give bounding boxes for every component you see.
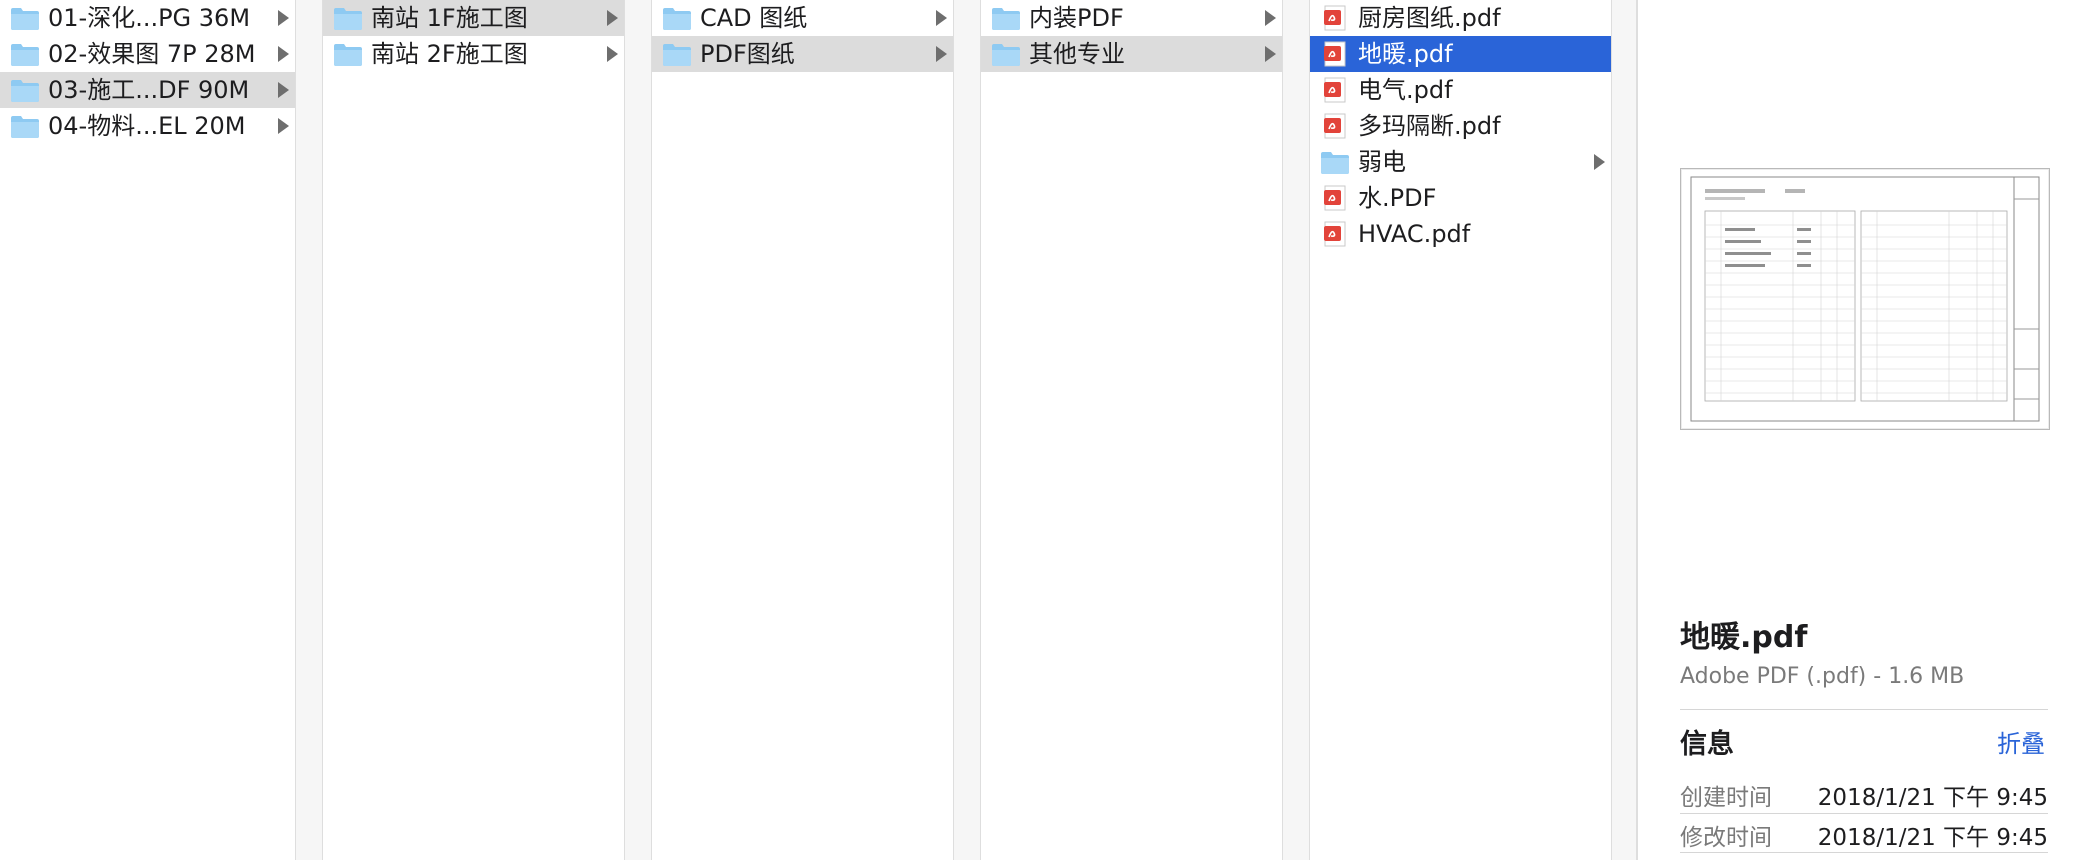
file-item[interactable]: 电气.pdf <box>1310 72 1611 108</box>
column-divider[interactable] <box>953 0 981 860</box>
disclosure-arrow-icon <box>1265 10 1276 26</box>
folder-icon <box>10 41 40 67</box>
pdf-thumbnail[interactable] <box>1680 168 2050 430</box>
folder-item[interactable]: 南站 2F施工图 <box>323 36 624 72</box>
item-label: HVAC.pdf <box>1358 220 1471 248</box>
folder-icon <box>10 113 40 139</box>
fold-button[interactable]: 折叠 <box>1997 724 2045 759</box>
column-divider[interactable] <box>1611 0 1637 860</box>
item-label: 01-深化...PG 36M <box>48 4 251 32</box>
column-2-list: 南站 1F施工图 南站 2F施工图 <box>323 0 624 72</box>
column-1[interactable]: 01-深化...PG 36M 02-效果图 7P 28M 03-施工...DF 90… <box>0 0 295 860</box>
disclosure-arrow-icon <box>607 10 618 26</box>
disclosure-arrow-icon <box>278 82 289 98</box>
folder-item[interactable]: 南站 1F施工图 <box>323 0 624 36</box>
folder-item[interactable]: 内装PDF <box>981 0 1282 36</box>
item-label: 地暖.pdf <box>1358 40 1453 68</box>
column-4-list: 内装PDF 其他专业 <box>981 0 1282 72</box>
preview-file-name: 地暖.pdf <box>1680 620 1808 655</box>
preview-pane: 地暖.pdf Adobe PDF (.pdf) - 1.6 MB 信息 折叠 创… <box>1637 0 2084 860</box>
created-value: 2018/1/21 下午 9:45 <box>1817 785 2048 811</box>
folder-item[interactable]: 04-物料...EL 20M <box>0 108 295 144</box>
folder-icon <box>662 41 692 67</box>
file-item[interactable]: 水.PDF <box>1310 180 1611 216</box>
file-item[interactable]: 厨房图纸.pdf <box>1310 0 1611 36</box>
finder-column-browser: 01-深化...PG 36M 02-效果图 7P 28M 03-施工...DF 90… <box>0 0 2084 860</box>
column-2[interactable]: 南站 1F施工图 南站 2F施工图 <box>323 0 624 860</box>
item-label: 03-施工...DF 90M <box>48 76 250 104</box>
modified-label: 修改时间 <box>1680 825 1772 851</box>
item-label: 04-物料...EL 20M <box>48 112 246 140</box>
folder-icon <box>1320 149 1350 175</box>
folder-item[interactable]: 弱电 <box>1310 144 1611 180</box>
disclosure-arrow-icon <box>278 46 289 62</box>
disclosure-arrow-icon <box>607 46 618 62</box>
info-heading: 信息 <box>1680 729 1734 760</box>
item-label: 其他专业 <box>1029 40 1125 68</box>
pdf-file-icon <box>1320 113 1350 139</box>
disclosure-arrow-icon <box>936 10 947 26</box>
column-3-list: CAD 图纸 PDF图纸 <box>652 0 953 72</box>
column-5[interactable]: 厨房图纸.pdf 地暖.pdf 电气.pdf 多玛隔断.pdf 弱电水.PDF HVAC.… <box>1310 0 1611 860</box>
item-label: CAD 图纸 <box>700 4 808 32</box>
drawing-sheet-image <box>1690 176 2040 422</box>
column-4[interactable]: 内装PDF 其他专业 <box>981 0 1282 860</box>
item-label: 弱电 <box>1358 148 1406 176</box>
pdf-file-icon <box>1320 41 1350 67</box>
folder-icon <box>991 5 1021 31</box>
item-label: 多玛隔断.pdf <box>1358 112 1501 140</box>
folder-icon <box>333 5 363 31</box>
item-label: 南站 1F施工图 <box>371 4 528 32</box>
folder-item[interactable]: PDF图纸 <box>652 36 953 72</box>
column-3[interactable]: CAD 图纸 PDF图纸 <box>652 0 953 860</box>
item-label: 内装PDF <box>1029 4 1124 32</box>
divider <box>1680 852 2048 853</box>
file-item[interactable]: 多玛隔断.pdf <box>1310 108 1611 144</box>
disclosure-arrow-icon <box>1594 154 1605 170</box>
item-label: 水.PDF <box>1358 184 1437 212</box>
pdf-file-icon <box>1320 5 1350 31</box>
disclosure-arrow-icon <box>278 10 289 26</box>
created-label: 创建时间 <box>1680 785 1772 811</box>
column-divider[interactable] <box>295 0 323 860</box>
column-divider[interactable] <box>1282 0 1310 860</box>
disclosure-arrow-icon <box>278 118 289 134</box>
item-label: 电气.pdf <box>1358 76 1453 104</box>
folder-icon <box>10 5 40 31</box>
folder-icon <box>333 41 363 67</box>
column-5-list: 厨房图纸.pdf 地暖.pdf 电气.pdf 多玛隔断.pdf 弱电水.PDF HVAC.… <box>1310 0 1611 252</box>
item-label: 02-效果图 7P 28M <box>48 40 256 68</box>
preview-file-kind: Adobe PDF (.pdf) - 1.6 MB <box>1680 664 1965 689</box>
folder-icon <box>662 5 692 31</box>
column-1-list: 01-深化...PG 36M 02-效果图 7P 28M 03-施工...DF 90… <box>0 0 295 144</box>
folder-item[interactable]: 02-效果图 7P 28M <box>0 36 295 72</box>
disclosure-arrow-icon <box>936 46 947 62</box>
folder-icon <box>10 77 40 103</box>
folder-item[interactable]: 其他专业 <box>981 36 1282 72</box>
file-item[interactable]: HVAC.pdf <box>1310 216 1611 252</box>
item-label: 厨房图纸.pdf <box>1358 4 1501 32</box>
column-divider[interactable] <box>624 0 652 860</box>
divider <box>1680 709 2048 710</box>
pdf-file-icon <box>1320 185 1350 211</box>
modified-value: 2018/1/21 下午 9:45 <box>1817 825 2048 851</box>
folder-icon <box>991 41 1021 67</box>
disclosure-arrow-icon <box>1265 46 1276 62</box>
file-item[interactable]: 地暖.pdf <box>1310 36 1611 72</box>
pdf-file-icon <box>1320 221 1350 247</box>
pdf-file-icon <box>1320 77 1350 103</box>
folder-item[interactable]: CAD 图纸 <box>652 0 953 36</box>
divider <box>1680 813 2048 814</box>
folder-item[interactable]: 01-深化...PG 36M <box>0 0 295 36</box>
folder-item[interactable]: 03-施工...DF 90M <box>0 72 295 108</box>
item-label: PDF图纸 <box>700 40 795 68</box>
item-label: 南站 2F施工图 <box>371 40 528 68</box>
